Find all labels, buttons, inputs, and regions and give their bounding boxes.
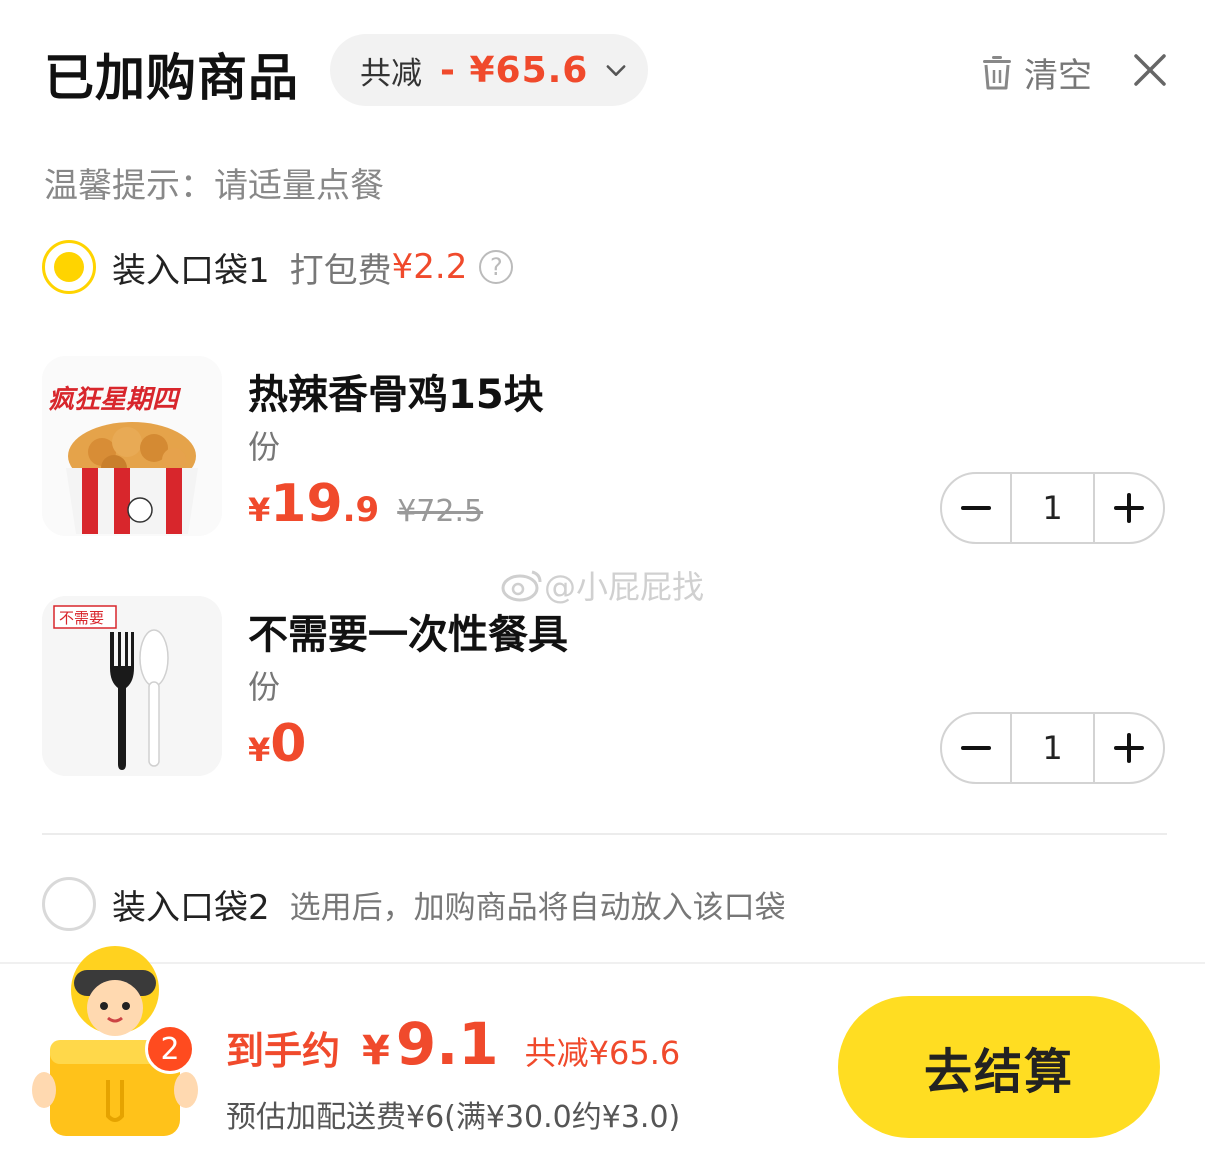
increase-button[interactable]	[1095, 474, 1163, 542]
discount-summary-button[interactable]: 共减 - ¥65.6	[330, 34, 648, 106]
bag-1-radio[interactable]	[42, 240, 96, 294]
bag-1-label: 装入口袋1	[112, 250, 270, 291]
checkout-button[interactable]: 去结算	[838, 996, 1160, 1138]
minus-icon	[961, 746, 991, 750]
close-icon[interactable]	[1130, 50, 1170, 90]
product-name: 热辣香骨鸡15块	[248, 372, 544, 418]
product-unit: 份	[248, 428, 281, 466]
quantity-stepper: 1	[940, 472, 1165, 544]
product-unit: 份	[248, 668, 281, 706]
price-integer: 19	[270, 474, 343, 534]
tip-text: 温馨提示：请适量点餐	[44, 166, 384, 206]
final-price-label: 到手约	[226, 1029, 341, 1073]
price-currency: ¥	[248, 491, 271, 529]
cart-item: 不需要 不需要一次性餐具 份 ¥ 0 1	[42, 596, 1167, 784]
quantity-value[interactable]: 1	[1010, 714, 1095, 782]
trash-icon	[983, 55, 1011, 89]
bag-1-row[interactable]: 装入口袋1 打包费 ¥2.2 ?	[42, 240, 514, 294]
product-price: ¥ 0	[248, 714, 306, 774]
bag-2-hint: 选用后，加购商品将自动放入该口袋	[289, 889, 786, 926]
plus-icon	[1114, 493, 1144, 523]
original-price: ¥72.5	[397, 494, 484, 529]
packing-fee-label: 打包费	[289, 250, 392, 291]
cutlery-image: 不需要	[42, 596, 222, 776]
product-price: ¥ 19 .9 ¥72.5	[248, 474, 483, 534]
product-image[interactable]: 不需要	[42, 596, 222, 776]
product-name: 不需要一次性餐具	[248, 612, 568, 658]
packing-fee-amount: ¥2.2	[391, 247, 468, 287]
clear-label: 清空	[1024, 56, 1092, 96]
decrease-button[interactable]	[942, 714, 1010, 782]
discount-label: 共减	[360, 55, 422, 92]
bag-2-label: 装入口袋2	[112, 887, 270, 928]
price-decimal: .9	[342, 490, 380, 530]
final-price-amount: 9.1	[395, 1010, 499, 1078]
divider	[42, 833, 1167, 835]
final-price-row: 到手约 ¥ 9.1 共减¥65.6	[226, 1010, 680, 1078]
chevron-down-icon	[606, 65, 626, 76]
bag-2-radio[interactable]	[42, 877, 96, 931]
price-integer: 0	[270, 714, 307, 774]
minus-icon	[961, 506, 991, 510]
plus-icon	[1114, 733, 1144, 763]
quantity-stepper: 1	[940, 712, 1165, 784]
discount-amount: - ¥65.6	[440, 49, 589, 91]
cart-count-badge: 2	[145, 1024, 195, 1074]
thumb-label-text: 不需要	[59, 609, 104, 627]
help-icon[interactable]: ?	[479, 250, 514, 284]
product-image[interactable]: 疯狂星期四	[42, 356, 222, 536]
thumb-promo-text: 疯狂星期四	[48, 385, 182, 415]
page-title: 已加购商品	[44, 49, 299, 107]
increase-button[interactable]	[1095, 714, 1163, 782]
chicken-bucket-image: 疯狂星期四	[42, 356, 222, 536]
price-currency: ¥	[248, 731, 271, 769]
total-savings: 共减¥65.6	[524, 1034, 681, 1072]
bag-2-row[interactable]: 装入口袋2 选用后，加购商品将自动放入该口袋	[42, 877, 786, 931]
clear-cart-button[interactable]: 清空	[980, 48, 1092, 97]
quantity-value[interactable]: 1	[1010, 474, 1095, 542]
final-price-currency: ¥	[362, 1028, 390, 1074]
decrease-button[interactable]	[942, 474, 1010, 542]
cart-panel: 已加购商品 共减 - ¥65.6 清空 温馨提示：请适量点餐 装入口袋1 打包费…	[0, 0, 1205, 1159]
cart-item: 疯狂星期四 热辣香骨鸡15块 份 ¥ 19 .9 ¥72.5 1	[42, 356, 1167, 544]
delivery-fee-estimate: 预估加配送费¥6(满¥30.0约¥3.0)	[226, 1100, 681, 1135]
